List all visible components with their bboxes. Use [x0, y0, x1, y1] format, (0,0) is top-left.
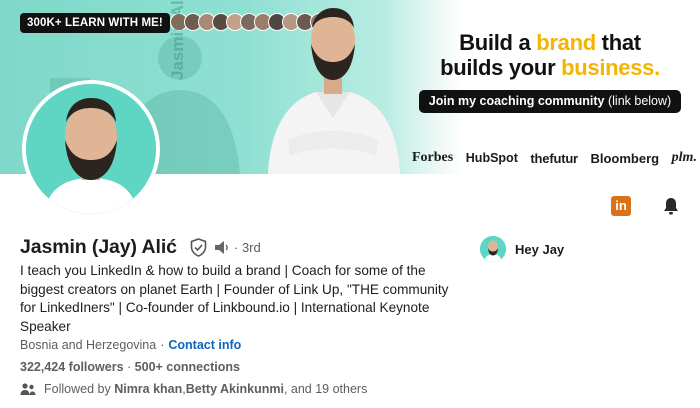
logo-hubspot: HubSpot	[465, 151, 518, 165]
banner-headline: Build a brand that builds your business.	[420, 30, 680, 80]
followed-name[interactable]: Nimra khan	[114, 382, 182, 396]
headline-accent: business.	[561, 55, 660, 80]
connection-degree: · 3rd	[234, 240, 261, 255]
banner-cta: Join my coaching community (link below)	[419, 90, 681, 113]
hey-jay-avatar	[480, 236, 506, 262]
people-icon	[20, 383, 36, 395]
linkedin-badge-icon[interactable]: in	[611, 196, 631, 216]
press-logos: Forbes HubSpot thefutur Bloomberg plm.	[412, 148, 697, 168]
logo-plm: plm.	[671, 150, 697, 165]
connections-count[interactable]: 500+ connections	[135, 360, 240, 374]
profile-name: Jasmin (Jay) Alić	[20, 236, 177, 258]
headline-accent: brand	[536, 30, 596, 55]
location-row: Bosnia and Herzegovina · Contact info	[20, 338, 241, 352]
contact-info-link[interactable]: Contact info	[168, 338, 241, 352]
followed-name[interactable]: Betty Akinkunmi	[186, 382, 284, 396]
profile-headline: I teach you LinkedIn & how to build a br…	[20, 263, 449, 334]
logo-thefutur: thefutur	[530, 150, 578, 166]
profile-avatar[interactable]	[22, 80, 160, 218]
learn-badge: 300K+ LEARN WITH ME!	[20, 13, 170, 33]
logo-forbes: Forbes	[412, 150, 454, 165]
cta-bold-text: Join my coaching community	[428, 94, 605, 108]
followers-count[interactable]: 322,424 followers	[20, 360, 124, 374]
headline-text: that	[595, 30, 641, 55]
headline-text: builds your	[440, 55, 562, 80]
logo-bloomberg: Bloomberg	[590, 150, 660, 166]
shield-check-icon[interactable]	[190, 238, 207, 257]
separator: ·	[160, 338, 165, 352]
avatar-image	[26, 84, 156, 214]
speaker-icon[interactable]	[213, 240, 231, 255]
hey-jay-link[interactable]: Hey Jay	[480, 236, 564, 262]
network-counts: 322,424 followers · 500+ connections	[20, 360, 240, 374]
banner-portrait	[268, 8, 400, 174]
hey-jay-label: Hey Jay	[515, 241, 565, 257]
cta-rest-text: (link below)	[604, 94, 672, 108]
bell-icon[interactable]	[661, 196, 681, 216]
separator: ·	[127, 360, 132, 374]
headline-text: Build a	[459, 30, 537, 55]
location-text: Bosnia and Herzegovina	[20, 338, 157, 352]
followed-by-row[interactable]: Followed by Nimra khan, Betty Akinkunmi,…	[20, 382, 367, 396]
followed-prefix: Followed by	[44, 382, 111, 396]
banner-vertical-name: Jasmin Alić	[168, 0, 187, 80]
followed-suffix: , and 19 others	[283, 382, 368, 396]
